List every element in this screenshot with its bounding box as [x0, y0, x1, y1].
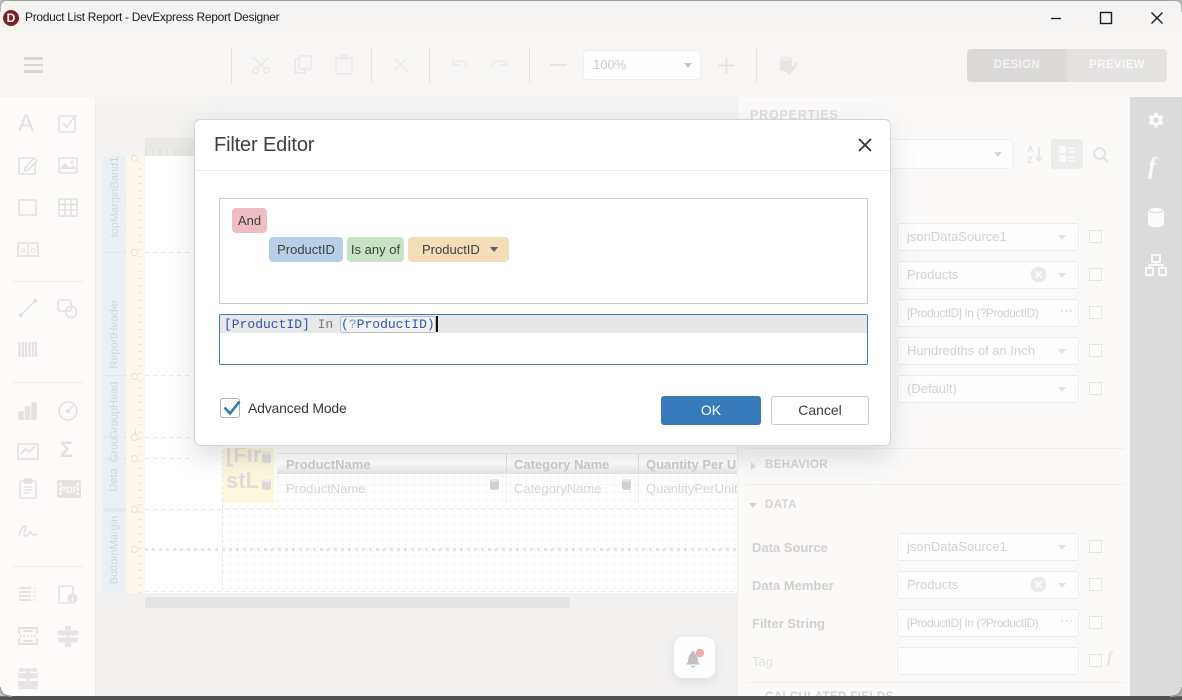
svg-text:A: A — [1027, 144, 1034, 154]
svg-text:i: i — [71, 595, 73, 604]
svg-text:b: b — [31, 245, 36, 255]
svg-text:PDF: PDF — [60, 485, 79, 495]
svg-text:D: D — [7, 11, 16, 25]
svg-text:a: a — [21, 245, 26, 255]
svg-text:Z: Z — [1027, 155, 1033, 165]
